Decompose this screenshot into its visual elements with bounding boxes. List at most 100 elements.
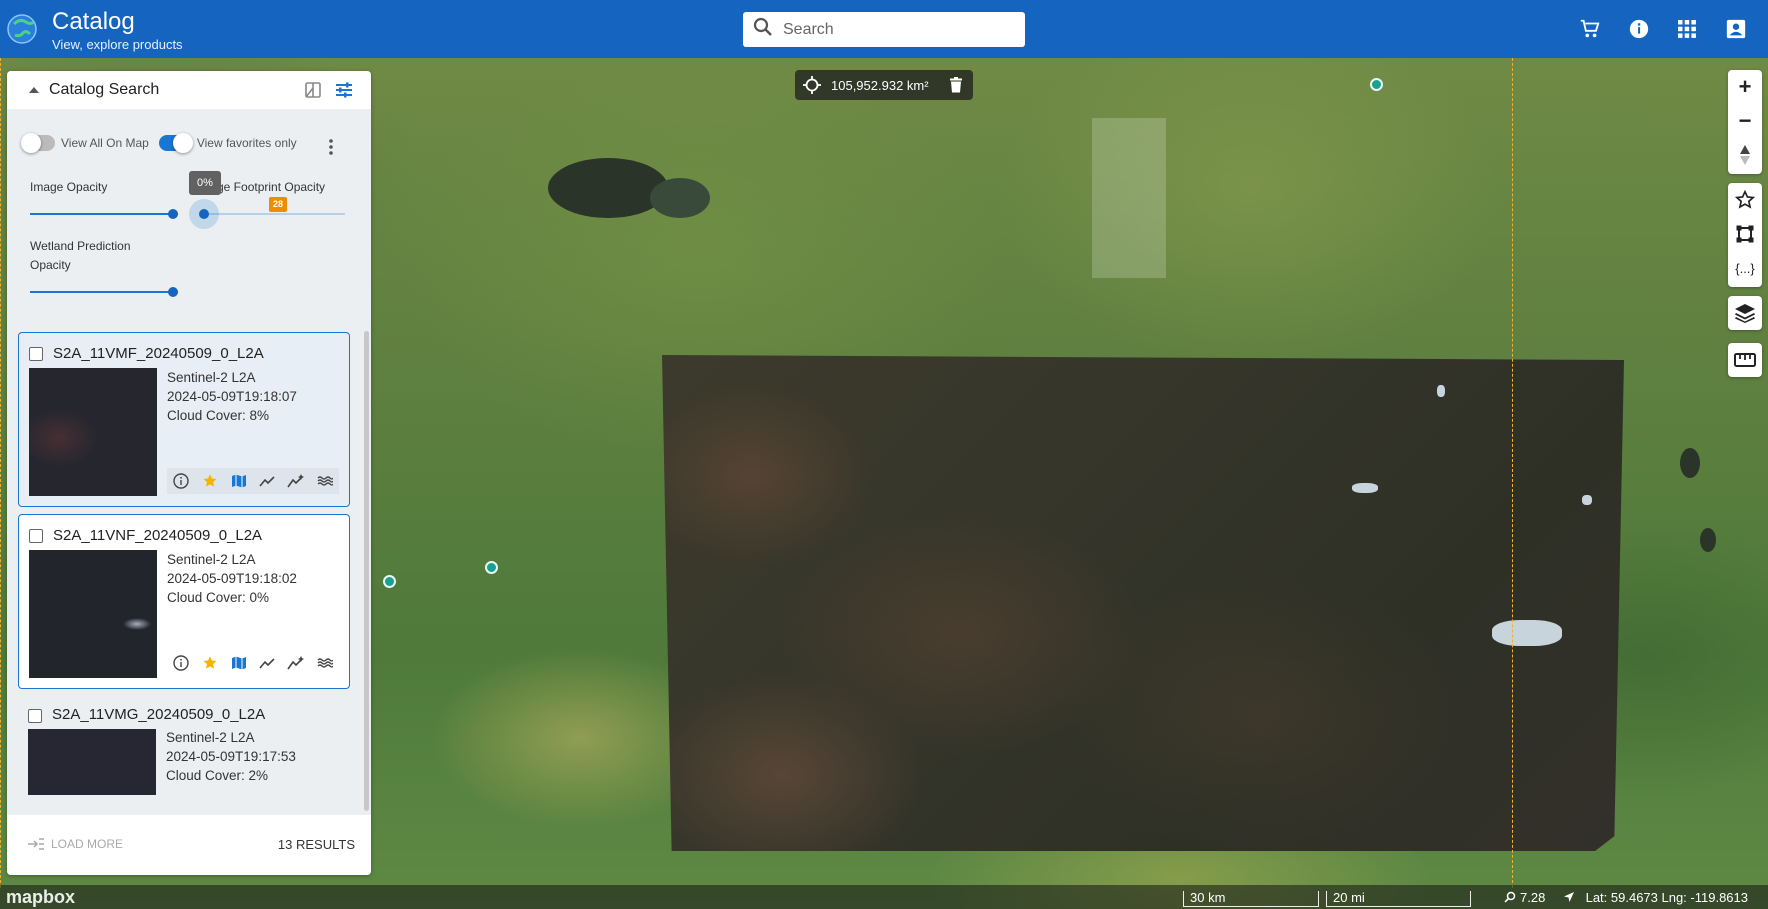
result-cloud-cover: Cloud Cover: 8% <box>167 408 270 423</box>
scale-mi: 20 mi <box>1326 891 1471 907</box>
map-status-bar: mapbox 30 km 20 mi 7.28 Lat: 59.4673 Lng… <box>0 885 1768 909</box>
map-marker[interactable] <box>1370 78 1383 91</box>
wetland-opacity-thumb[interactable] <box>168 287 178 297</box>
footprint-boundary <box>0 58 1 888</box>
result-title: S2A_11VNF_20240509_0_L2A <box>53 527 263 544</box>
sparkle-chart-icon[interactable] <box>286 653 306 673</box>
compass-icon[interactable] <box>1728 138 1762 172</box>
map-icon[interactable] <box>229 471 249 491</box>
catalog-search-panel: Catalog Search View All On Map View favo… <box>7 71 371 875</box>
panel-scrollbar[interactable] <box>364 331 369 811</box>
footprint-opacity-badge: 28 <box>269 197 287 212</box>
globe-icon[interactable] <box>6 8 38 50</box>
result-card[interactable]: S2A_11VMG_20240509_0_L2A Sentinel-2 L2A … <box>18 695 350 795</box>
load-more-button[interactable]: LOAD MORE <box>27 837 123 851</box>
result-actions <box>167 650 339 676</box>
map-marker[interactable] <box>485 561 498 574</box>
zoom-level-icon <box>1504 891 1516 903</box>
footprint-boundary <box>1512 58 1513 888</box>
result-checkbox[interactable] <box>29 347 43 361</box>
map-overlay-strip <box>1092 118 1166 278</box>
result-thumbnail[interactable] <box>29 368 157 496</box>
map-marker[interactable] <box>383 575 396 588</box>
search-input[interactable] <box>783 20 1013 39</box>
favorite-star-icon[interactable] <box>200 653 220 673</box>
result-thumbnail[interactable] <box>28 729 156 795</box>
result-title: S2A_11VMF_20240509_0_L2A <box>53 345 264 362</box>
collapse-caret-icon[interactable] <box>29 87 39 93</box>
view-all-toggle[interactable] <box>21 133 55 153</box>
area-value: 105,952.932 km² <box>831 77 929 93</box>
cart-icon[interactable] <box>1578 17 1602 41</box>
map-lake <box>1680 448 1700 478</box>
trash-icon[interactable] <box>949 77 963 93</box>
footprint-opacity-thumb[interactable] <box>199 209 209 219</box>
result-product: Sentinel-2 L2A <box>167 552 256 567</box>
trend-line-icon[interactable] <box>257 653 277 673</box>
crosshair-icon[interactable] <box>803 76 821 94</box>
polygon-draw-icon[interactable] <box>1728 217 1762 251</box>
zoom-in-button[interactable]: + <box>1728 70 1762 104</box>
panel-header: Catalog Search <box>7 71 371 109</box>
info-outline-icon[interactable] <box>171 471 191 491</box>
wetland-opacity-label: Wetland Prediction Opacity <box>30 237 131 275</box>
area-measure-chip: 105,952.932 km² <box>795 70 973 100</box>
panel-footer: LOAD MORE 13 RESULTS <box>7 815 371 875</box>
favorite-star-icon[interactable] <box>200 471 220 491</box>
footprint-opacity-tooltip: 0% <box>189 171 221 195</box>
result-meta: Sentinel-2 L2A 2024-05-09T19:18:02 Cloud… <box>167 550 297 607</box>
apps-grid-icon[interactable] <box>1675 17 1699 41</box>
account-icon[interactable] <box>1724 17 1748 41</box>
layers-icon[interactable] <box>1728 296 1762 330</box>
results-count: 13 RESULTS <box>277 837 355 852</box>
scene-image-overlay[interactable] <box>662 355 1624 851</box>
result-card[interactable]: S2A_11VNF_20240509_0_L2A Sentinel-2 L2A … <box>18 514 350 689</box>
geojson-braces-button[interactable]: {...} <box>1728 251 1762 285</box>
compare-icon[interactable] <box>305 82 321 98</box>
sparkle-chart-icon[interactable] <box>286 471 306 491</box>
result-meta: Sentinel-2 L2A 2024-05-09T19:18:07 Cloud… <box>167 368 297 425</box>
map-lake <box>650 178 710 218</box>
result-card[interactable]: S2A_11VMF_20240509_0_L2A Sentinel-2 L2A … <box>18 332 350 507</box>
result-datetime: 2024-05-09T19:17:53 <box>166 749 296 764</box>
snow-patch <box>1492 620 1562 646</box>
location-arrow-icon <box>1563 891 1575 903</box>
image-opacity-slider[interactable] <box>30 213 178 215</box>
image-opacity-thumb[interactable] <box>168 209 178 219</box>
result-checkbox[interactable] <box>29 529 43 543</box>
wetland-opacity-slider[interactable] <box>30 291 178 293</box>
star-shape-icon[interactable] <box>1728 183 1762 217</box>
result-checkbox[interactable] <box>28 709 42 723</box>
mapbox-logo[interactable]: mapbox <box>6 887 75 908</box>
load-more-icon <box>27 838 45 850</box>
result-thumbnail[interactable] <box>29 550 157 678</box>
info-icon[interactable] <box>1627 17 1651 41</box>
result-cloud-cover: Cloud Cover: 0% <box>167 590 270 605</box>
scale-km: 30 km <box>1183 891 1319 907</box>
load-more-label: LOAD MORE <box>51 837 124 851</box>
ruler-icon[interactable] <box>1728 343 1762 377</box>
map-lake <box>548 158 668 218</box>
snow-patch <box>1582 495 1592 505</box>
footprint-opacity-slider[interactable] <box>205 213 345 215</box>
zoom-out-button[interactable]: − <box>1728 104 1762 138</box>
filter-sliders-icon[interactable] <box>335 82 353 98</box>
image-opacity-label: Image Opacity <box>30 180 108 194</box>
wetland-opacity-label-line1: Wetland Prediction <box>30 239 131 253</box>
trend-line-icon[interactable] <box>257 471 277 491</box>
waves-icon[interactable] <box>315 653 335 673</box>
result-datetime: 2024-05-09T19:18:07 <box>167 389 297 404</box>
map-lake <box>1700 528 1716 552</box>
wetland-opacity-label-line2: Opacity <box>30 258 71 272</box>
map-icon[interactable] <box>229 653 249 673</box>
favorites-only-label: View favorites only <box>196 136 297 150</box>
app-title: Catalog <box>52 8 135 35</box>
search-box[interactable] <box>743 12 1025 47</box>
favorites-only-toggle[interactable] <box>158 133 193 153</box>
result-actions <box>167 468 339 494</box>
layers-button-group <box>1728 296 1762 330</box>
more-vert-icon[interactable] <box>329 139 333 155</box>
zoom-level: 7.28 <box>1520 890 1546 905</box>
info-outline-icon[interactable] <box>171 653 191 673</box>
waves-icon[interactable] <box>315 471 335 491</box>
